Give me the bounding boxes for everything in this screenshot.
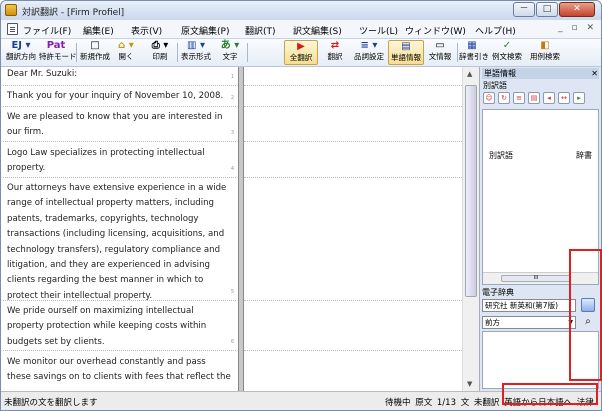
layout-icon: ▥ ▾	[187, 40, 205, 51]
translation-direction-button[interactable]: EJ ▾ 翻訳方向	[5, 40, 37, 65]
check-icon: ✓	[502, 40, 512, 51]
font-button[interactable]: あ ▾ 文字	[217, 40, 243, 65]
sentence-info-icon: ▭	[435, 40, 445, 51]
translate-all-button[interactable]: ▶ 全翻訳	[284, 40, 318, 65]
new-document-icon: □	[90, 40, 100, 51]
toolbar-separator	[76, 43, 77, 62]
pos-icon: ≡ ▾	[360, 40, 378, 51]
dictionary-select[interactable]: 研究社 新英和(第7版)	[482, 299, 576, 312]
person-icon[interactable]: ☺	[483, 92, 495, 104]
source-segment[interactable]: We monitor our overhead constantly and p…	[3, 351, 236, 391]
dictionary-icon: ▦	[467, 40, 477, 51]
translation-direction-icon: EJ ▾	[11, 40, 31, 51]
patent-mode-button[interactable]: Pat 特許モード	[39, 40, 77, 65]
menu-source-edit[interactable]: 原文編集(P)	[181, 24, 229, 37]
panel-close-icon[interactable]: ✕	[591, 68, 598, 79]
scroll-thumb[interactable]: III	[501, 275, 571, 282]
dict-icon[interactable]: ▤	[528, 92, 540, 104]
toolbar-separator	[177, 43, 178, 62]
source-segment[interactable]: Our attorneys have extensive experience …	[3, 178, 236, 301]
folder-open-icon: ⌂ ▾	[118, 40, 134, 51]
menu-file[interactable]: ファイル(F)	[23, 24, 71, 37]
translation-segment[interactable]	[244, 178, 462, 301]
scroll-thumb[interactable]	[465, 85, 477, 297]
print-button[interactable]: ⎙ ▾ 印刷	[147, 40, 173, 65]
menu-view[interactable]: 表示(V)	[131, 24, 162, 37]
menu-window[interactable]: ウィンドウ(W)	[405, 24, 466, 37]
source-segment[interactable]: Logo Law specializes in protecting intel…	[3, 142, 236, 178]
sentence-info-button[interactable]: ▭ 文情報	[426, 40, 454, 65]
open-button[interactable]: ⌂ ▾ 開く	[113, 40, 139, 65]
highlight-box	[569, 249, 602, 381]
close-button[interactable]: ✕	[559, 2, 595, 17]
scroll-up-icon[interactable]: ▲	[467, 70, 472, 78]
menu-tools[interactable]: ツール(L)	[359, 24, 398, 37]
source-segment[interactable]: Thank you for your inquiry of November 1…	[3, 86, 236, 107]
column-dictionary: 辞書	[576, 151, 592, 160]
translate-button[interactable]: ⇄ 翻訳	[322, 40, 348, 65]
display-format-button[interactable]: ▥ ▾ 表示形式	[180, 40, 212, 65]
translation-panes: Dear Mr. Suzuki: 1 Thank you for your inq…	[1, 67, 480, 391]
play-icon: ▶	[297, 41, 305, 52]
menu-bar: ファイル(F) 編集(E) 表示(V) 原文編集(P) 翻訳(T) 訳文編集(S…	[1, 20, 601, 39]
translation-segment[interactable]	[244, 301, 462, 351]
example-search-button[interactable]: ✓ 例文検索	[489, 40, 525, 65]
menu-edit[interactable]: 編集(E)	[83, 24, 114, 37]
toolbar-separator	[247, 43, 248, 62]
title-bar[interactable]: 対訳翻訳 - [Firm Profiel] － □ ✕	[1, 1, 601, 20]
source-segment[interactable]: We are pleased to know that you are inte…	[3, 107, 236, 142]
document-icon	[7, 23, 18, 35]
font-icon: あ ▾	[220, 40, 240, 51]
refresh-icon[interactable]: ↻	[498, 92, 510, 104]
printer-icon: ⎙ ▾	[151, 40, 169, 51]
translation-pane[interactable]	[244, 67, 462, 391]
toolbar: EJ ▾ 翻訳方向 Pat 特許モード □ 新規作成 ⌂ ▾ 開く ⎙ ▾ 印刷 ▥ ▾ 表…	[1, 39, 601, 67]
app-window: 対訳翻訳 - [Firm Profiel] － □ ✕ ファイル(F) 編集(E…	[0, 0, 602, 411]
usage-icon: ◧	[540, 40, 550, 51]
word-info-tools: ☺ ↻ ≡ ▤ ◂ ↔ ▸	[483, 92, 588, 106]
translate-icon: ⇄	[330, 40, 340, 51]
maximize-button[interactable]: □	[536, 2, 558, 17]
app-icon	[5, 4, 17, 16]
source-segment[interactable]: Dear Mr. Suzuki: 1	[3, 67, 236, 86]
pos-settings-button[interactable]: ≡ ▾ 品詞設定	[352, 40, 386, 65]
menu-help[interactable]: ヘルプ(H)	[475, 24, 516, 37]
patent-icon: Pat	[46, 40, 66, 51]
word-info-header: 単語情報 ✕	[482, 68, 599, 79]
search-mode-select[interactable]: 前方 ▼	[482, 316, 576, 329]
translation-segment[interactable]	[244, 67, 462, 86]
translation-segment[interactable]	[244, 86, 462, 107]
new-button[interactable]: □ 新規作成	[79, 40, 111, 65]
translation-segment[interactable]	[244, 107, 462, 142]
arrow-both-icon[interactable]: ↔	[558, 92, 570, 104]
menu-translate[interactable]: 翻訳(T)	[245, 24, 276, 37]
status-message: 未翻訳の文を翻訳します	[4, 398, 98, 408]
list-icon[interactable]: ≡	[513, 92, 525, 104]
translation-segment[interactable]	[244, 142, 462, 178]
word-info-icon: ▤	[401, 41, 411, 52]
edict-title: 電子辞典	[482, 288, 514, 297]
source-pane[interactable]: Dear Mr. Suzuki: 1 Thank you for your inq…	[1, 67, 238, 391]
mdi-controls[interactable]: _ ▫ ✕	[558, 23, 597, 33]
minimize-button[interactable]: －	[513, 2, 535, 17]
arrow-right-icon[interactable]: ▸	[573, 92, 585, 104]
menu-target-edit[interactable]: 訳文編集(S)	[293, 24, 342, 37]
toolbar-separator	[457, 43, 458, 62]
column-alt-translation: 別訳語	[489, 151, 513, 160]
source-segment[interactable]: We pride ourself on maximizing intellect…	[3, 301, 236, 351]
arrow-left-icon[interactable]: ◂	[543, 92, 555, 104]
usage-search-button[interactable]: ◧ 用例検索	[527, 40, 563, 65]
scroll-down-icon[interactable]: ▼	[467, 380, 472, 388]
word-info-button[interactable]: ▤ 単語情報	[388, 40, 424, 65]
alt-translation-tab[interactable]: 別訳語	[483, 80, 507, 91]
window-title: 対訳翻訳 - [Firm Profiel]	[22, 8, 125, 18]
vertical-scrollbar[interactable]: ▲ ▼	[462, 67, 479, 391]
dictionary-lookup-button[interactable]: ▦ 辞書引き	[459, 40, 489, 65]
highlight-box	[502, 383, 598, 405]
